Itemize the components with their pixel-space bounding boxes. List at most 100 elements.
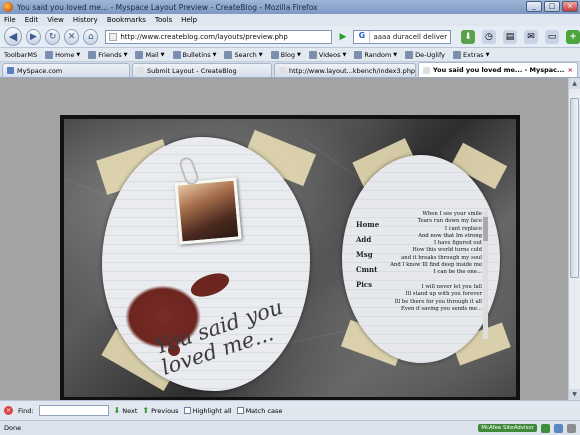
page-favicon-icon — [109, 32, 118, 41]
toolbar-deuglify-button[interactable]: De-Uglify — [405, 50, 445, 59]
lyrics-scrollbar[interactable] — [483, 211, 488, 339]
lyrics-scroll-box[interactable]: When I see your smile Tears run down my … — [384, 211, 488, 339]
videos-icon — [308, 50, 317, 59]
match-case-checkbox — [236, 407, 244, 414]
menu-bar: File Edit View History Bookmarks Tools H… — [0, 14, 580, 26]
home-icon — [45, 50, 54, 59]
page-favicon-icon — [137, 67, 144, 74]
toolbar-bulletins-button[interactable]: Bulletins ▼ — [172, 50, 216, 59]
menu-view[interactable]: View — [47, 16, 64, 24]
window-title: You said you loved me... - Myspace Layou… — [17, 2, 318, 12]
url-text: http://www.createblog.com/layouts/previe… — [120, 32, 288, 41]
menu-edit[interactable]: Edit — [25, 16, 39, 24]
nav-link-pics[interactable]: Pics — [356, 277, 379, 292]
tab-layout-workbench[interactable]: http://www.layout...kbench/index3.php — [274, 63, 416, 77]
maximize-button[interactable]: □ — [544, 1, 560, 12]
mcafee-siteadvisor-badge[interactable]: McAfee SiteAdvisor — [478, 424, 537, 432]
toolbarms-label[interactable]: ToolbarMS — [4, 51, 37, 59]
home-icon[interactable]: ⌂ — [83, 28, 99, 45]
find-label: Find: — [18, 406, 34, 415]
scroll-down-icon[interactable]: ▼ — [569, 389, 580, 400]
tab-layout-preview[interactable]: You said you loved me... - Myspac... × — [418, 62, 578, 77]
lyrics-text: When I see your smile Tears run down my … — [390, 211, 482, 312]
scroll-up-icon[interactable]: ▲ — [569, 78, 580, 89]
page-content: You said you loved me... Home Add Msg Cm… — [0, 78, 568, 400]
page-favicon-icon — [423, 66, 430, 74]
go-arrow-icon[interactable]: ▶ — [336, 30, 349, 44]
reload-icon[interactable]: ↻ — [45, 28, 61, 45]
nav-link-msg[interactable]: Msg — [356, 247, 379, 262]
tab-submit-layout[interactable]: Submit Layout - CreateBlog — [132, 63, 272, 77]
menu-file[interactable]: File — [4, 16, 16, 24]
deuglify-icon — [405, 50, 414, 59]
close-button[interactable]: × — [562, 1, 578, 12]
history-icon[interactable]: ◷ — [481, 29, 496, 44]
find-next-button[interactable]: ⬇ Next — [114, 406, 138, 415]
bookmark-icon[interactable]: ▭ — [544, 29, 559, 44]
up-arrow-icon: ⬆ — [142, 406, 150, 415]
forward-arrow-icon[interactable]: ▶ — [25, 28, 42, 45]
toolbar-extras-button[interactable]: Extras ▼ — [453, 50, 489, 59]
couple-photo — [174, 177, 242, 245]
tab-myspace[interactable]: MySpace.com — [2, 63, 130, 77]
friends-icon — [88, 50, 97, 59]
bulletins-icon — [172, 50, 181, 59]
url-bar[interactable]: http://www.createblog.com/layouts/previe… — [105, 29, 333, 44]
mail-icon[interactable]: ✉ — [523, 29, 538, 44]
toolbarms-bar: ToolbarMS Home ▼ Friends ▼ Mail ▼ Bulletins… — [0, 48, 580, 62]
scroll-thumb[interactable] — [570, 98, 579, 278]
addon-icon[interactable] — [554, 423, 563, 433]
menu-bookmarks[interactable]: Bookmarks — [107, 16, 146, 24]
add-icon[interactable]: + — [565, 29, 580, 44]
toolbar-home-button[interactable]: Home ▼ — [45, 50, 80, 59]
toolbar-search-button[interactable]: Search ▼ — [224, 50, 263, 59]
back-arrow-icon[interactable]: ◀ — [4, 27, 22, 46]
toolbar-random-button[interactable]: Random ▼ — [354, 50, 397, 59]
status-bar: Done McAfee SiteAdvisor — [0, 420, 580, 435]
mail-icon — [135, 50, 144, 59]
menu-tools[interactable]: Tools — [155, 16, 172, 24]
page-scrollbar[interactable]: ▲ ▼ — [568, 78, 580, 400]
firefox-logo-icon — [3, 2, 13, 12]
search-box[interactable]: G aaaa duracell deliver — [353, 29, 451, 44]
download-icon[interactable]: ⬇ — [460, 29, 475, 44]
match-case-toggle[interactable]: Match case — [236, 407, 282, 415]
stop-icon[interactable]: ✕ — [64, 28, 80, 45]
menu-history[interactable]: History — [73, 16, 98, 24]
menu-help[interactable]: Help — [181, 16, 197, 24]
blog-icon — [270, 50, 279, 59]
random-icon — [354, 50, 363, 59]
toolbar-mail-button[interactable]: Mail ▼ — [135, 50, 165, 59]
window-titlebar: You said you loved me... - Myspace Layou… — [0, 0, 580, 14]
highlight-all-toggle[interactable]: Highlight all — [183, 407, 232, 415]
search-query-text: aaaa duracell deliver — [373, 32, 448, 41]
print-icon[interactable]: ▤ — [502, 29, 517, 44]
layout-preview-frame: You said you loved me... Home Add Msg Cm… — [60, 115, 520, 400]
minimize-button[interactable]: _ — [526, 1, 542, 12]
status-text: Done — [4, 424, 22, 432]
close-findbar-icon[interactable]: × — [4, 406, 13, 415]
myspace-favicon-icon — [7, 67, 14, 74]
nav-link-add[interactable]: Add — [356, 232, 379, 247]
toolbar-blog-button[interactable]: Blog ▼ — [270, 50, 301, 59]
nav-link-cmnt[interactable]: Cmnt — [356, 262, 379, 277]
safe-check-icon[interactable] — [541, 423, 550, 433]
find-previous-button[interactable]: ⬆ Previous — [142, 406, 178, 415]
tab-bar: MySpace.com Submit Layout - CreateBlog h… — [0, 62, 580, 78]
toolbar-friends-button[interactable]: Friends ▼ — [88, 50, 127, 59]
layout-background: You said you loved me... Home Add Msg Cm… — [64, 119, 516, 397]
profile-nav-links: Home Add Msg Cmnt Pics — [356, 217, 379, 292]
tab-close-icon[interactable]: × — [568, 66, 573, 74]
toolbar-videos-button[interactable]: Videos ▼ — [308, 50, 346, 59]
find-input[interactable] — [38, 405, 109, 416]
find-bar: × Find: ⬇ Next ⬆ Previous Highlight all Ma… — [0, 400, 580, 420]
extras-icon — [453, 50, 462, 59]
navigation-toolbar: ◀ ▶ ↻ ✕ ⌂ http://www.createblog.com/layo… — [0, 26, 580, 48]
nav-link-home[interactable]: Home — [356, 217, 379, 232]
google-engine-icon[interactable]: G — [354, 30, 371, 43]
down-arrow-icon: ⬇ — [113, 406, 121, 415]
page-favicon-icon — [279, 67, 286, 74]
addon-icon[interactable] — [567, 423, 576, 433]
search-icon — [224, 50, 233, 59]
highlight-all-checkbox — [183, 407, 191, 414]
